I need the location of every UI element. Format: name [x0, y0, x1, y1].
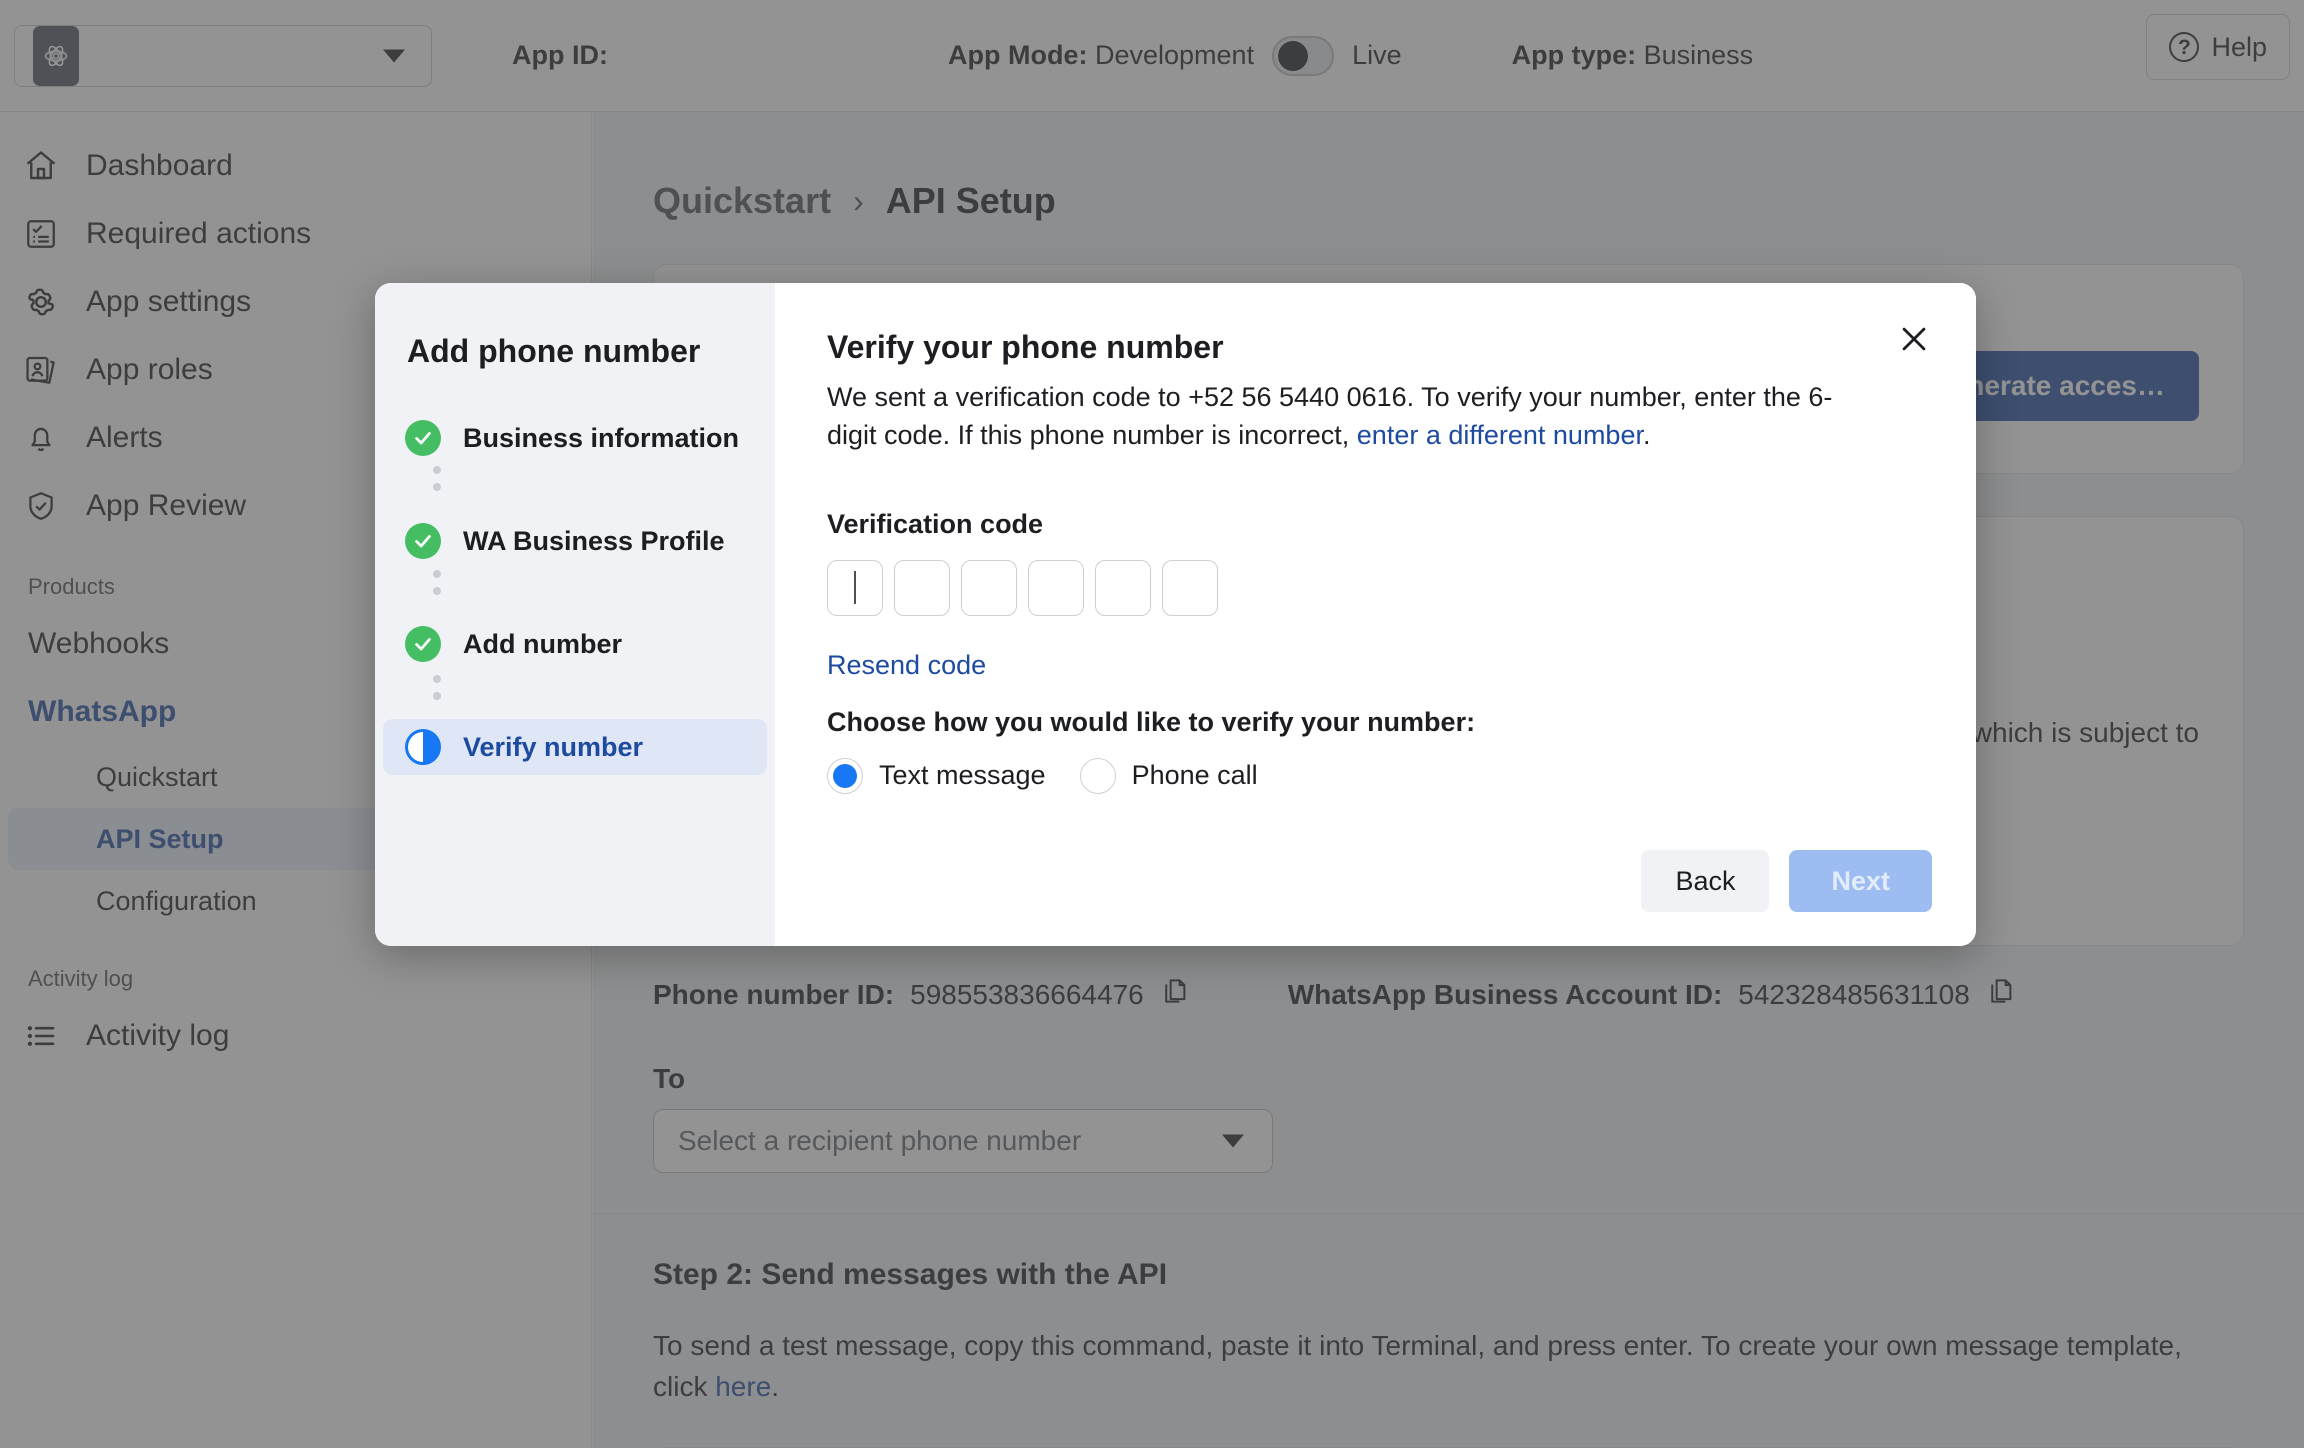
enter-different-number-link[interactable]: enter a different number: [1357, 420, 1643, 450]
step-business-information[interactable]: Business information: [383, 410, 767, 466]
option-label: Text message: [879, 760, 1046, 791]
next-button[interactable]: Next: [1789, 850, 1932, 912]
step-connector: [433, 675, 441, 700]
dialog-actions: Back Next: [1641, 850, 1932, 912]
step-label: Business information: [463, 422, 740, 453]
dialog-steps-panel: Add phone number Business information WA…: [375, 283, 775, 946]
connector-dot: [433, 570, 441, 578]
dialog-content-panel: Verify your phone number We sent a verif…: [775, 283, 1976, 946]
dialog-panel-title: Add phone number: [407, 333, 701, 369]
verification-code-digit-4[interactable]: [1028, 559, 1084, 616]
step-verify-number[interactable]: Verify number: [383, 719, 767, 775]
option-text-message[interactable]: Text message: [827, 757, 1046, 794]
verify-method-options: Text message Phone call: [827, 757, 1924, 794]
add-phone-number-dialog: Add phone number Business information WA…: [375, 283, 1976, 946]
verification-code-digit-1[interactable]: [827, 559, 883, 616]
text-cursor: [854, 571, 856, 605]
step-label: Verify number: [463, 731, 644, 762]
verification-code-digit-5[interactable]: [1095, 559, 1151, 616]
verify-method-label: Choose how you would like to verify your…: [827, 706, 1476, 737]
verification-code-digit-2[interactable]: [894, 559, 950, 616]
check-circle-icon: [405, 523, 441, 559]
option-phone-call[interactable]: Phone call: [1079, 757, 1258, 794]
verification-code-label: Verification code: [827, 508, 1044, 539]
radio-text-message[interactable]: [827, 757, 863, 794]
radio-phone-call[interactable]: [1079, 757, 1116, 794]
back-button[interactable]: Back: [1641, 850, 1770, 912]
step-connector: [433, 466, 441, 491]
connector-dot: [433, 675, 441, 683]
verification-code-digit-6[interactable]: [1162, 559, 1218, 616]
close-icon[interactable]: [1892, 317, 1936, 361]
step-label: Add number: [463, 628, 622, 659]
option-label: Phone call: [1131, 760, 1258, 791]
resend-code-link[interactable]: Resend code: [827, 650, 1924, 681]
check-circle-icon: [405, 626, 441, 662]
verification-code-input-group: [827, 559, 1924, 616]
connector-dot: [433, 466, 441, 474]
connector-dot: [433, 587, 441, 595]
step-connector: [433, 570, 441, 595]
step-wa-business-profile[interactable]: WA Business Profile: [383, 513, 767, 569]
step-label: WA Business Profile: [463, 525, 725, 556]
desc-part-c: .: [1642, 420, 1651, 451]
half-circle-icon: [405, 729, 441, 765]
step-add-number[interactable]: Add number: [383, 616, 767, 672]
verification-phone-number: +52 56 5440 0616: [1188, 382, 1407, 412]
connector-dot: [433, 483, 441, 491]
desc-part-a: We sent a verification code to: [827, 382, 1189, 412]
dialog-description: We sent a verification code to +52 56 54…: [827, 378, 1862, 455]
dialog-title: Verify your phone number: [827, 329, 1224, 365]
check-circle-icon: [405, 420, 441, 456]
verification-code-digit-3[interactable]: [961, 559, 1017, 616]
step-list: Business information WA Business Profile…: [375, 410, 775, 775]
connector-dot: [433, 692, 441, 700]
